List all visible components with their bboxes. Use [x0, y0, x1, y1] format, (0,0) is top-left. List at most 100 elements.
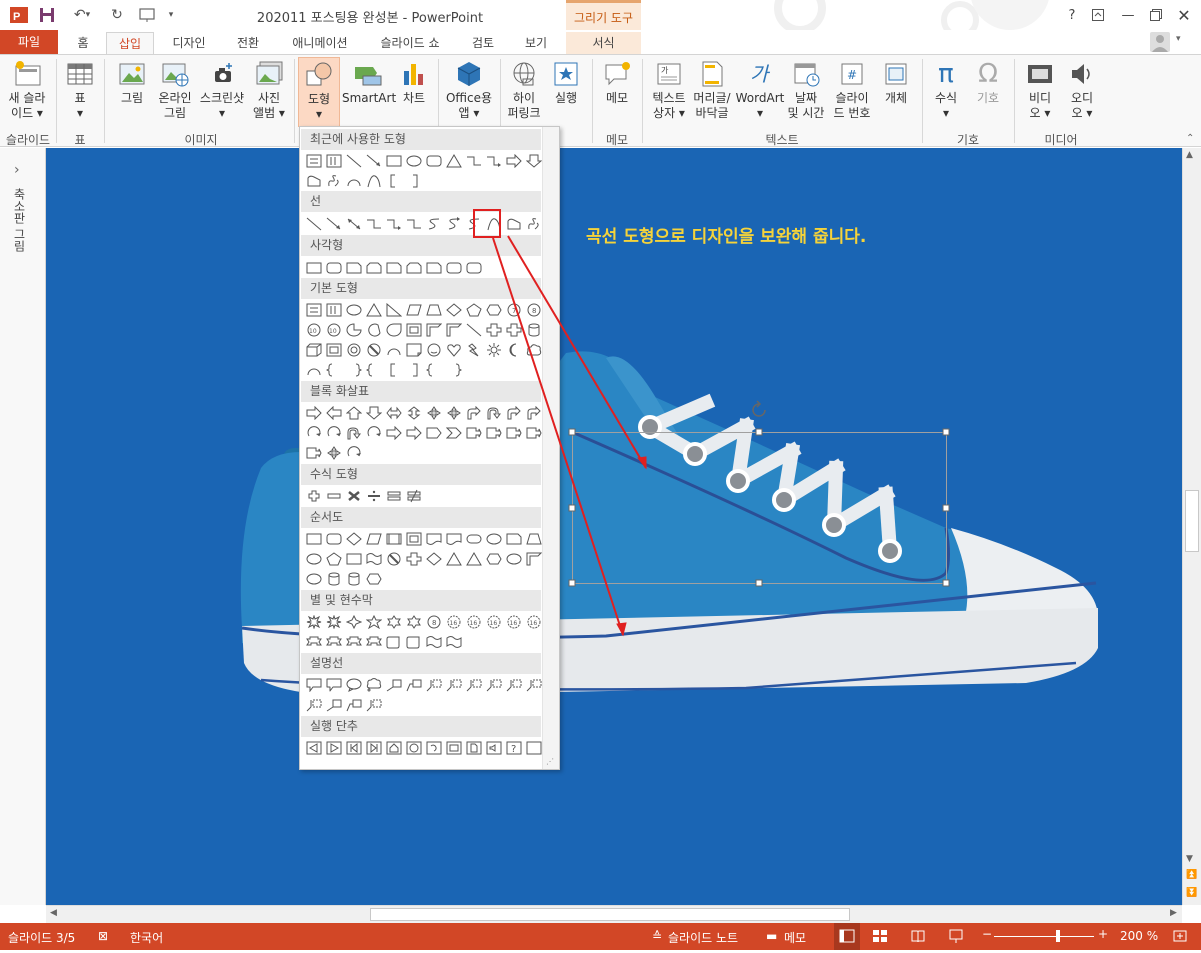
zoom-level[interactable]: 200 % [1120, 929, 1158, 943]
shape-ribbon-icon[interactable] [324, 633, 344, 651]
shape-arc-icon[interactable] [384, 341, 404, 359]
shape-abPrev-icon[interactable] [304, 739, 324, 757]
action-button[interactable]: 실행 [546, 59, 586, 106]
shape-la-icon[interactable] [324, 404, 344, 422]
shape-ribbon-icon[interactable] [364, 633, 384, 651]
scroll-up-icon[interactable]: ▲ [1186, 150, 1193, 160]
shape-cdash-icon[interactable] [504, 676, 524, 694]
shape-uturn-icon[interactable] [344, 424, 364, 442]
shape-cbox-icon[interactable] [304, 676, 324, 694]
slide-number-button[interactable]: # 슬라이 드 번호 [828, 59, 876, 121]
help-button[interactable]: ? [1060, 4, 1084, 26]
shape-para-icon[interactable] [404, 301, 424, 319]
shape-cdash-icon[interactable] [444, 676, 464, 694]
tab-transitions[interactable]: 전환 [226, 32, 270, 54]
shape-ln-icon[interactable] [304, 215, 324, 233]
shape-tbv-icon[interactable] [324, 301, 344, 319]
shape-circ-icon[interactable] [324, 424, 344, 442]
zoom-slider[interactable] [994, 936, 1094, 937]
shape-circ-icon[interactable] [344, 444, 364, 462]
shape-penta-icon[interactable] [424, 424, 444, 442]
hyperlink-button[interactable]: 하이 퍼링크 [504, 59, 544, 121]
tab-format[interactable]: 서식 [566, 32, 641, 54]
shape-oval-icon[interactable] [484, 530, 504, 548]
shape-tb-icon[interactable] [304, 301, 324, 319]
shape-frame-icon[interactable] [324, 341, 344, 359]
comments-button[interactable]: 메모 [784, 929, 806, 946]
shape-moon-icon[interactable] [504, 341, 524, 359]
shape-seal-icon[interactable]: 16 [504, 613, 524, 631]
shapes-gallery-menu[interactable]: 최근에 사용한 도형 선 사각형 기본 도형 78 10 10 블록 화살표 수식… [299, 126, 560, 770]
shape-rrect-icon[interactable] [424, 152, 444, 170]
minimize-icon[interactable]: — [1116, 4, 1140, 26]
shape-curv-icon[interactable] [424, 215, 444, 233]
shapes-button[interactable]: 도형 ▾ [298, 57, 340, 127]
shape-pent-icon[interactable] [464, 301, 484, 319]
shape-tear-icon[interactable] [384, 321, 404, 339]
shape-cdash-icon[interactable] [364, 696, 384, 714]
shape-arc-icon[interactable] [304, 361, 324, 379]
shape-eq-icon[interactable] [384, 487, 404, 505]
shape-heart-icon[interactable] [444, 341, 464, 359]
shape-brL-icon[interactable] [424, 361, 444, 379]
shape-ra-icon[interactable] [384, 424, 404, 442]
shape-ra-icon[interactable] [504, 152, 524, 170]
shape-scrib-icon[interactable] [524, 215, 544, 233]
shape-abInfo-icon[interactable] [404, 739, 424, 757]
shape-abBeg-icon[interactable] [344, 739, 364, 757]
menu-scrollbar[interactable] [542, 127, 559, 769]
shape-abDoc-icon[interactable] [464, 739, 484, 757]
shape-cross-icon[interactable] [404, 550, 424, 568]
shape-tb-icon[interactable] [304, 152, 324, 170]
video-button[interactable]: 비디 오 ▾ [1020, 59, 1060, 121]
new-slide-button[interactable]: 새 슬라 이드 ▾ [4, 59, 50, 121]
vertical-scrollbar[interactable]: ▲ ▼ ⏫ ⏬ [1182, 148, 1201, 905]
shape-snip-icon[interactable] [344, 259, 364, 277]
shape-can-icon[interactable] [324, 570, 344, 588]
shape-quad-icon[interactable] [424, 404, 444, 422]
tab-file[interactable]: 파일 [0, 30, 58, 54]
shape-oval-icon[interactable] [404, 152, 424, 170]
shape-pie-icon[interactable] [344, 321, 364, 339]
shape-quad-icon[interactable] [324, 444, 344, 462]
horizontal-scrollbar[interactable]: ◀ ▶ [46, 905, 1182, 923]
shape-elb-icon[interactable] [364, 215, 384, 233]
shape-cline-icon[interactable] [324, 696, 344, 714]
shape-scroll-icon[interactable] [404, 633, 424, 651]
shape-cloud-icon[interactable] [524, 341, 544, 359]
shape-frame-icon[interactable] [404, 530, 424, 548]
tab-home[interactable]: 홈 [68, 32, 98, 54]
fit-slide-icon[interactable] [1172, 928, 1188, 947]
notes-icon[interactable]: ≙ [652, 929, 662, 943]
shape-lra-icon[interactable] [384, 404, 404, 422]
shape-half-icon[interactable] [444, 321, 464, 339]
shape-wave-icon[interactable] [444, 633, 464, 651]
collapse-ribbon-icon[interactable]: ⌃ [1186, 133, 1194, 144]
shape-star5-icon[interactable] [364, 613, 384, 631]
shape-brkR-icon[interactable] [404, 361, 424, 379]
shape-curva-icon[interactable] [444, 215, 464, 233]
notes-button[interactable]: 슬라이드 노트 [668, 929, 738, 946]
shape-curve-icon[interactable] [484, 215, 504, 233]
tab-insert[interactable]: 삽입 [106, 32, 154, 54]
shape-abHome-icon[interactable] [384, 739, 404, 757]
shape-doc-icon[interactable] [444, 530, 464, 548]
shape-brR-icon[interactable] [344, 361, 364, 379]
horizontal-scroll-thumb[interactable] [370, 908, 850, 921]
shape-rrect-icon[interactable] [324, 259, 344, 277]
shape-oval-icon[interactable] [304, 570, 324, 588]
close-icon[interactable]: ✕ [1172, 4, 1196, 26]
shape-arr-icon[interactable] [364, 152, 384, 170]
shape-ccloud-icon[interactable] [364, 676, 384, 694]
shape-abBlank-icon[interactable] [524, 739, 544, 757]
shape-seal-icon[interactable]: 16 [524, 613, 544, 631]
shape-chord-icon[interactable] [364, 321, 384, 339]
shape-callo-icon[interactable] [524, 424, 544, 442]
shape-snip-icon[interactable] [504, 530, 524, 548]
shape-scrib-icon[interactable] [324, 172, 344, 190]
shape-circ-icon[interactable] [304, 424, 324, 442]
shape-da-icon[interactable] [364, 404, 384, 422]
shape-oct-icon[interactable]: 8 [424, 613, 444, 631]
shape-oval-icon[interactable] [504, 550, 524, 568]
shape-noent-icon[interactable] [364, 341, 384, 359]
